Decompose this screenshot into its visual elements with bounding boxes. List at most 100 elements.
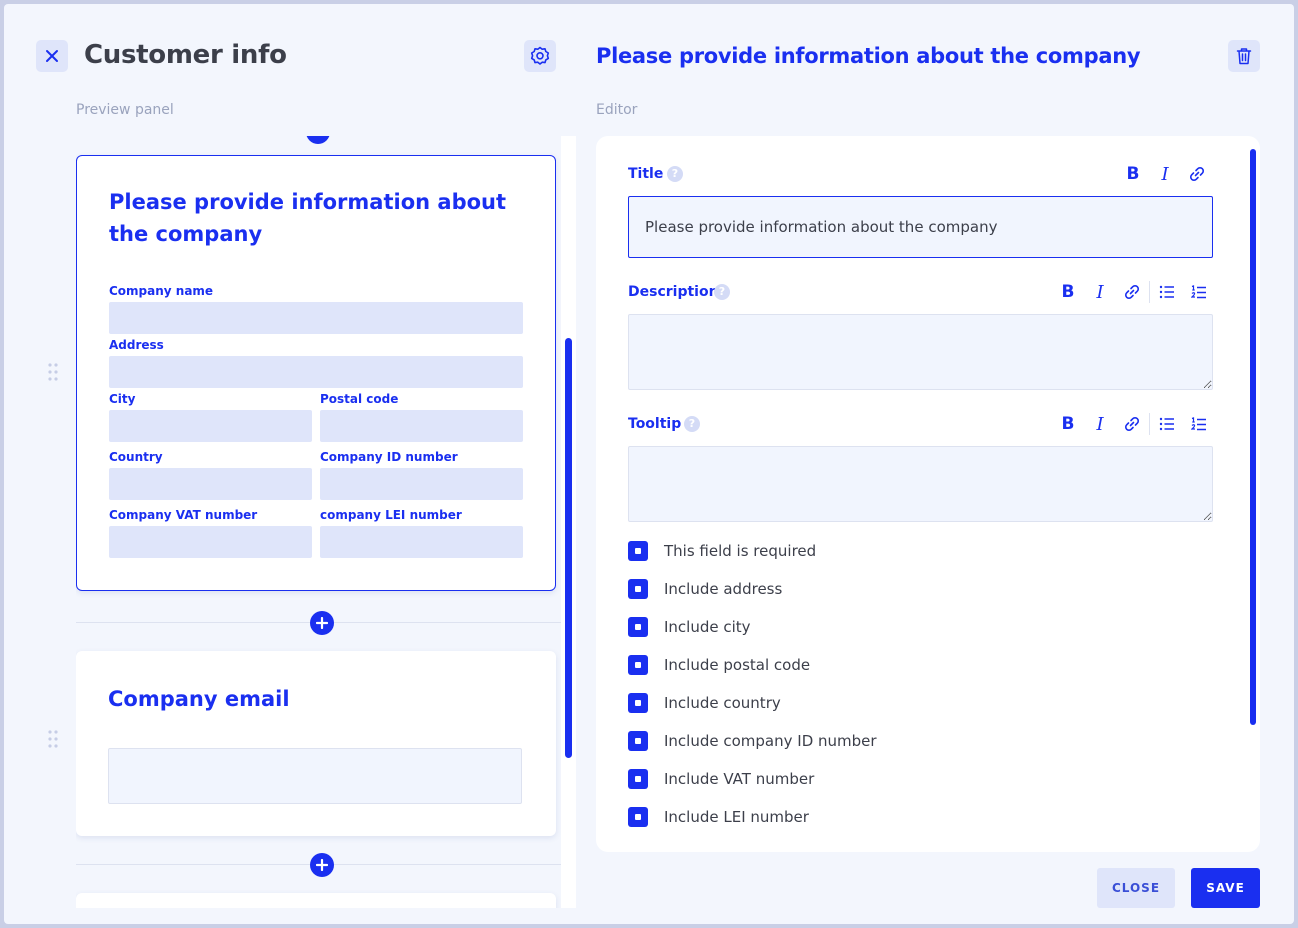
checkbox-input[interactable] [628, 579, 648, 599]
help-icon[interactable]: ? [714, 284, 730, 300]
checkbox-input[interactable] [628, 541, 648, 561]
field-postal-code [320, 410, 523, 442]
toolbar-separator [1149, 413, 1150, 435]
preview-panel-label: Preview panel [76, 102, 174, 118]
link-button[interactable] [1116, 280, 1148, 304]
preview-scrollbar-thumb[interactable] [565, 338, 572, 758]
numbered-list-icon [1191, 284, 1206, 298]
field-company-name [109, 302, 523, 334]
checkbox-input[interactable] [628, 693, 648, 713]
link-button[interactable] [1181, 162, 1213, 186]
checkbox-include-country[interactable]: Include country [628, 693, 781, 713]
card-title: Company email [108, 687, 290, 711]
title-label: Title [628, 166, 664, 182]
checkbox-label: Include postal code [664, 656, 811, 674]
field-label-lei: company LEI number [320, 508, 462, 522]
checkbox-input[interactable] [628, 807, 648, 827]
numbered-list-icon [1191, 416, 1206, 430]
trash-icon [1236, 48, 1252, 65]
help-icon[interactable]: ? [667, 166, 683, 182]
tooltip-label: Tooltip [628, 416, 682, 432]
field-lei [320, 526, 523, 558]
checkbox-include-company-id[interactable]: Include company ID number [628, 731, 877, 751]
close-modal-button[interactable]: CLOSE [1097, 868, 1175, 908]
field-vat [109, 526, 312, 558]
add-field-button[interactable] [306, 136, 330, 144]
checkbox-label: Include country [664, 694, 781, 712]
italic-button[interactable]: I [1149, 162, 1181, 186]
drag-handle-icon[interactable] [47, 362, 59, 382]
italic-icon: I [1161, 163, 1169, 185]
numbered-list-button[interactable] [1183, 280, 1215, 304]
preview-card-next[interactable] [76, 893, 556, 908]
bullet-list-button[interactable] [1151, 280, 1183, 304]
checkbox-input[interactable] [628, 617, 648, 637]
editor-panel: Title ? B I Description ? B I [596, 136, 1260, 852]
checkbox-label: Include VAT number [664, 770, 815, 788]
close-button[interactable] [36, 40, 68, 72]
italic-button[interactable]: I [1084, 412, 1116, 436]
field-label-postal-code: Postal code [320, 392, 399, 406]
plus-icon [316, 859, 328, 871]
field-country [109, 468, 312, 500]
checkbox-include-postal-code[interactable]: Include postal code [628, 655, 810, 675]
numbered-list-button[interactable] [1183, 412, 1215, 436]
customer-info-modal: Customer info Please provide information… [4, 4, 1294, 924]
checkbox-label: Include address [664, 580, 783, 598]
checkbox-input[interactable] [628, 769, 648, 789]
italic-button[interactable]: I [1084, 280, 1116, 304]
title-toolbar: B I [1117, 162, 1213, 186]
bullet-list-button[interactable] [1151, 412, 1183, 436]
field-label-address: Address [109, 338, 164, 352]
description-textarea[interactable] [628, 314, 1213, 390]
italic-icon: I [1096, 281, 1104, 303]
settings-button[interactable] [524, 40, 556, 72]
preview-panel: Please provide information about the com… [76, 136, 576, 908]
checkbox-required[interactable]: This field is required [628, 541, 816, 561]
checkbox-label: This field is required [664, 542, 817, 560]
checkbox-input[interactable] [628, 731, 648, 751]
field-company-email [108, 748, 522, 804]
help-icon[interactable]: ? [684, 416, 700, 432]
bold-button[interactable]: B [1052, 280, 1084, 304]
settings-icon [530, 46, 550, 65]
checkbox-include-address[interactable]: Include address [628, 579, 782, 599]
save-button[interactable]: SAVE [1191, 868, 1260, 908]
editor-title: Please provide information about the com… [596, 44, 1141, 68]
delete-button[interactable] [1228, 40, 1260, 72]
add-field-button[interactable] [310, 611, 334, 635]
checkbox-label: Include city [664, 618, 751, 636]
field-label-city: City [109, 392, 136, 406]
tooltip-toolbar: B I [1052, 412, 1215, 436]
drag-handle-icon[interactable] [47, 729, 59, 749]
bullet-list-icon [1159, 285, 1174, 299]
card-title: Please provide information about the com… [109, 190, 507, 246]
bold-icon: B [1126, 164, 1140, 184]
title-input[interactable] [628, 196, 1213, 258]
checkbox-include-city[interactable]: Include city [628, 617, 751, 637]
bold-button[interactable]: B [1052, 412, 1084, 436]
field-label-company-name: Company name [109, 284, 214, 298]
checkbox-include-lei[interactable]: Include LEI number [628, 807, 809, 827]
bold-button[interactable]: B [1117, 162, 1149, 186]
link-icon [1124, 416, 1140, 432]
link-button[interactable] [1116, 412, 1148, 436]
preview-card-company-email[interactable]: Company email [76, 651, 556, 836]
field-label-vat: Company VAT number [109, 508, 258, 522]
bold-icon: B [1061, 414, 1075, 434]
add-field-button[interactable] [310, 853, 334, 877]
editor-scrollbar-thumb[interactable] [1250, 149, 1256, 725]
checkbox-label: Include company ID number [664, 732, 877, 750]
bullet-list-icon [1159, 417, 1174, 431]
editor-label: Editor [596, 102, 638, 118]
description-toolbar: B I [1052, 280, 1215, 304]
checkbox-include-vat[interactable]: Include VAT number [628, 769, 814, 789]
field-address [109, 356, 523, 388]
description-label: Description [628, 284, 719, 300]
link-icon [1189, 166, 1205, 182]
checkbox-input[interactable] [628, 655, 648, 675]
toolbar-separator [1149, 281, 1150, 303]
tooltip-textarea[interactable] [628, 446, 1213, 522]
preview-card-company-info[interactable]: Please provide information about the com… [76, 155, 556, 591]
plus-icon [316, 617, 328, 629]
